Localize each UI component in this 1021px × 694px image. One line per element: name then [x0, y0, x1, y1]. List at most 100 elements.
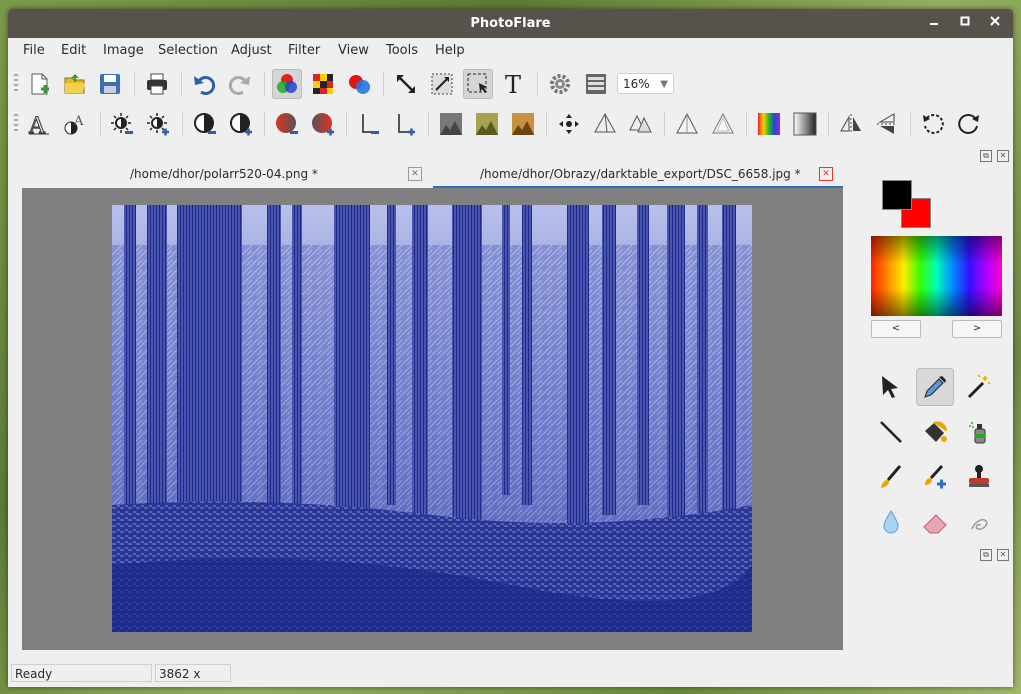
tool-smart-brush[interactable] [916, 458, 954, 496]
flip-horizontal-button[interactable] [836, 109, 866, 139]
outline-letter-icon: A [28, 114, 49, 136]
line-icon [880, 421, 902, 443]
panel-close-icon[interactable]: ✕ [997, 150, 1009, 162]
flip-vertical-button[interactable] [872, 109, 902, 139]
move-arrows-icon [559, 114, 579, 134]
grayscale-filter-button[interactable] [436, 109, 466, 139]
triangle-outline-button[interactable] [708, 109, 738, 139]
tool-pointer[interactable] [872, 368, 910, 406]
resize-button[interactable] [391, 69, 421, 99]
pointer-icon [882, 376, 898, 398]
pyramids-filter-button[interactable] [626, 109, 656, 139]
menu-help[interactable]: Help [435, 43, 465, 58]
brightness-down-button[interactable] [107, 109, 137, 139]
document-tabs: /home/dhor/polarr520-04.png * ✕ /home/dh… [22, 162, 844, 188]
tool-paint-bucket[interactable] [916, 413, 954, 451]
saturation-up-button[interactable] [308, 109, 338, 139]
toolbar-separator [537, 72, 538, 96]
chevron-down-icon: ▼ [660, 79, 668, 90]
settings-button[interactable] [545, 69, 575, 99]
print-button[interactable] [142, 69, 172, 99]
shadow-text-button[interactable]: A [60, 109, 90, 139]
forest-image[interactable] [112, 205, 752, 632]
selection-button[interactable] [463, 69, 493, 99]
batch-list-icon [586, 74, 606, 94]
water-drop-icon [883, 510, 899, 534]
primary-color-swatch[interactable] [882, 180, 912, 210]
tool-magic-wand[interactable] [960, 368, 998, 406]
rotate-ccw-button[interactable] [918, 109, 948, 139]
zoom-select[interactable]: 16% ▼ [617, 73, 674, 94]
menu-edit[interactable]: Edit [61, 43, 86, 58]
eraser-icon [923, 514, 947, 534]
gamma-down-button[interactable] [354, 109, 384, 139]
menu-filter[interactable]: Filter [288, 43, 320, 58]
tool-line[interactable] [872, 413, 910, 451]
maximize-button[interactable] [957, 15, 973, 31]
new-file-button[interactable] [24, 69, 54, 99]
tab-dsc6658[interactable]: /home/dhor/Obrazy/darktable_export/DSC_6… [433, 162, 843, 188]
gradient-rainbow-button[interactable] [754, 109, 784, 139]
redo-button[interactable] [225, 69, 255, 99]
image-canvas[interactable] [22, 188, 843, 650]
gradient-gray-button[interactable] [790, 109, 820, 139]
sepia-filter-button[interactable] [508, 109, 538, 139]
outline-text-button[interactable]: A [24, 109, 54, 139]
move-button[interactable] [554, 109, 584, 139]
save-button[interactable] [95, 69, 125, 99]
stamp-icon [969, 465, 989, 487]
save-icon [100, 74, 120, 94]
pyramid-filter-button[interactable] [590, 109, 620, 139]
color-spectrum[interactable] [871, 236, 1002, 316]
tool-spray[interactable] [960, 413, 998, 451]
toolbar-separator [664, 112, 665, 136]
gamma-up-button[interactable] [390, 109, 420, 139]
tool-smudge[interactable] [960, 503, 998, 541]
palette-prev-button[interactable]: < [871, 320, 921, 338]
rainbow-gradient-icon [758, 113, 780, 135]
pattern-button[interactable] [308, 69, 338, 99]
tool-paintbrush[interactable] [872, 458, 910, 496]
menu-file[interactable]: File [23, 43, 45, 58]
batch-button[interactable] [581, 69, 611, 99]
tab-polarr520[interactable]: /home/dhor/polarr520-04.png * ✕ [22, 162, 432, 188]
oil-filter-button[interactable] [472, 109, 502, 139]
contrast-down-button[interactable] [190, 109, 220, 139]
minimize-button[interactable] [926, 15, 942, 31]
rotate-cw-icon [958, 113, 979, 134]
tool-eraser[interactable] [916, 503, 954, 541]
panel-float-icon[interactable]: ⧉ [980, 549, 992, 561]
panel-float-icon[interactable]: ⧉ [980, 150, 992, 162]
open-file-button[interactable] [60, 69, 90, 99]
saturation-down-button[interactable] [272, 109, 302, 139]
tab-close-icon[interactable]: ✕ [819, 167, 833, 181]
crop-button[interactable] [427, 69, 457, 99]
undo-button[interactable] [189, 69, 219, 99]
tool-color-picker[interactable] [916, 368, 954, 406]
toolbar-grip[interactable] [14, 74, 18, 94]
panel-close-icon[interactable]: ✕ [997, 549, 1009, 561]
menu-image[interactable]: Image [103, 43, 144, 58]
rotate-cw-button[interactable] [954, 109, 984, 139]
text-button[interactable]: T [499, 69, 529, 99]
contrast-up-button[interactable] [226, 109, 256, 139]
rgb-channels-button[interactable] [272, 69, 302, 99]
brightness-down-icon [111, 113, 133, 134]
crop-icon [431, 73, 453, 95]
brightness-up-button[interactable] [143, 109, 173, 139]
menu-selection[interactable]: Selection [158, 43, 218, 58]
tool-blur[interactable] [872, 503, 910, 541]
tool-stamp[interactable] [960, 458, 998, 496]
menu-view[interactable]: View [338, 43, 369, 58]
toolbar-grip[interactable] [14, 114, 18, 134]
minimize-icon [930, 23, 938, 25]
color-fill-button[interactable] [344, 69, 374, 99]
image-dimensions: 3862 x 2574 [155, 664, 231, 687]
menu-tools[interactable]: Tools [386, 43, 418, 58]
palette-next-button[interactable]: > [952, 320, 1002, 338]
close-button[interactable] [987, 15, 1003, 31]
tab-close-icon[interactable]: ✕ [408, 167, 422, 181]
sepia-image-icon [512, 113, 534, 135]
triangle-filter-button[interactable] [672, 109, 702, 139]
menu-adjust[interactable]: Adjust [231, 43, 272, 58]
